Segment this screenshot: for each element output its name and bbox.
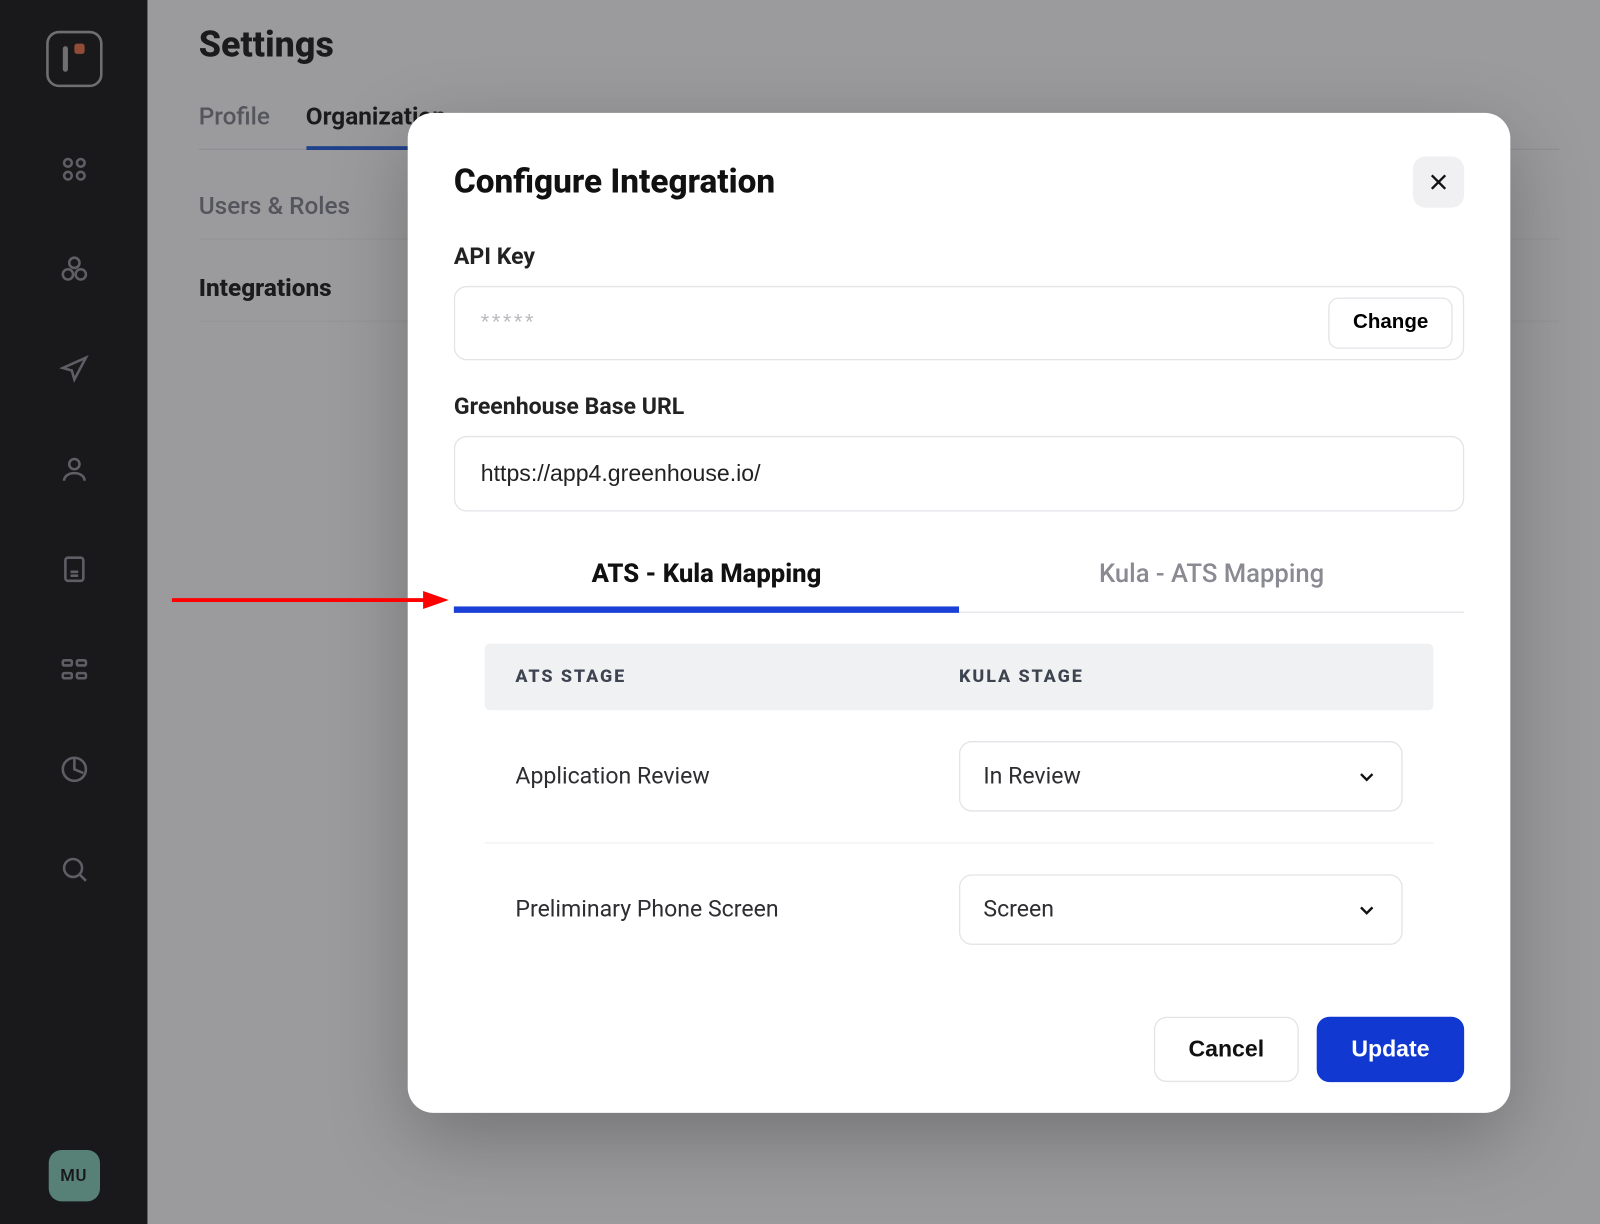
mapping-table: ATS STAGE KULA STAGE Application Review … <box>485 644 1434 945</box>
chevron-down-icon <box>1355 898 1378 921</box>
modal-title: Configure Integration <box>454 163 775 201</box>
kula-stage-select[interactable]: Screen <box>959 874 1403 945</box>
configure-integration-modal: Configure Integration API Key Change Gre… <box>408 113 1511 1113</box>
kula-stage-select[interactable]: In Review <box>959 741 1403 812</box>
table-row: Preliminary Phone Screen Screen <box>485 844 1434 945</box>
ats-stage-name: Application Review <box>515 763 959 790</box>
table-row: Application Review In Review <box>485 710 1434 843</box>
api-key-input[interactable] <box>481 297 1329 348</box>
update-button[interactable]: Update <box>1317 1017 1464 1082</box>
close-button[interactable] <box>1413 156 1464 207</box>
select-value: In Review <box>983 763 1080 790</box>
close-icon <box>1427 171 1450 194</box>
base-url-label: Greenhouse Base URL <box>454 394 1464 421</box>
select-value: Screen <box>983 896 1054 923</box>
mapping-tabs: ATS - Kula Mapping Kula - ATS Mapping <box>454 542 1464 613</box>
cancel-button[interactable]: Cancel <box>1154 1017 1299 1082</box>
column-header-ats-stage: ATS STAGE <box>515 667 959 688</box>
column-header-kula-stage: KULA STAGE <box>959 667 1403 688</box>
api-key-label: API Key <box>454 244 1464 271</box>
base-url-input[interactable] <box>454 436 1464 512</box>
change-api-key-button[interactable]: Change <box>1329 297 1453 348</box>
ats-stage-name: Preliminary Phone Screen <box>515 896 959 923</box>
tab-ats-kula-mapping[interactable]: ATS - Kula Mapping <box>454 542 959 611</box>
tab-kula-ats-mapping[interactable]: Kula - ATS Mapping <box>959 542 1464 611</box>
chevron-down-icon <box>1355 765 1378 788</box>
